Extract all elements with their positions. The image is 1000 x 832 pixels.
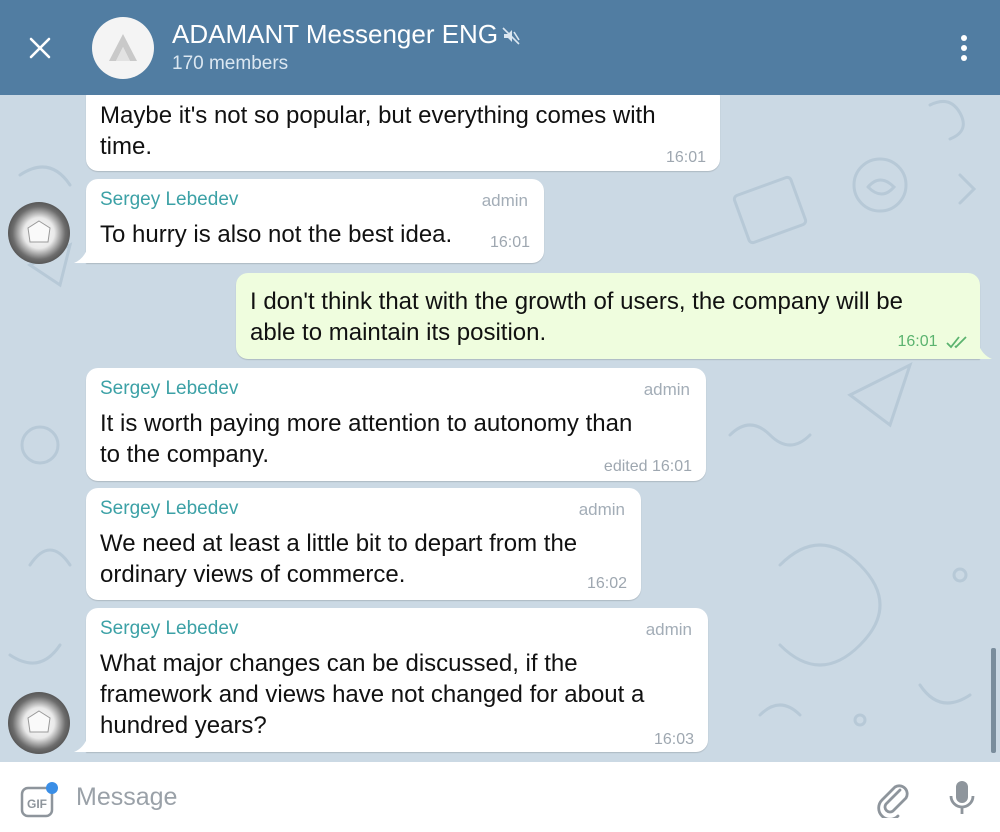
- gif-button[interactable]: GIF: [20, 782, 58, 820]
- message-time: 16:01: [665, 149, 706, 166]
- message-bubble[interactable]: Maybe it's not so popular, but everythin…: [86, 95, 720, 171]
- message-time-text: 16:01: [897, 333, 938, 350]
- sender-name[interactable]: Sergey Lebedev: [100, 378, 238, 400]
- gif-icon: GIF: [20, 782, 58, 818]
- close-button[interactable]: [20, 28, 60, 68]
- bubble-tail: [74, 736, 88, 752]
- message-text-line: framework and views have not changed for…: [100, 681, 645, 708]
- scrollbar[interactable]: [991, 648, 996, 753]
- bubble-tail: [978, 343, 992, 359]
- message-bubble[interactable]: Sergey Lebedev admin It is worth paying …: [86, 368, 706, 481]
- message-text-line: ordinary views of commerce.: [100, 561, 406, 588]
- message-bubble[interactable]: Sergey Lebedev admin To hurry is also no…: [74, 179, 544, 263]
- read-check-icon: [946, 336, 967, 349]
- message-time: edited 16:01: [603, 458, 692, 475]
- sender-role: admin: [578, 500, 625, 519]
- message-input[interactable]: Message: [76, 783, 177, 812]
- message-text-line: We need at least a little bit to depart …: [100, 530, 578, 557]
- attach-icon: [877, 784, 909, 821]
- message-text-line: I don't think that with the growth of us…: [250, 288, 903, 315]
- close-icon: [29, 37, 51, 59]
- message-text-line: Maybe it's not so popular, but everythin…: [100, 102, 656, 129]
- message-text: What major changes can be discussed, if …: [100, 648, 644, 741]
- gif-label: GIF: [27, 797, 47, 811]
- sender-role: admin: [645, 620, 692, 639]
- sender-name[interactable]: Sergey Lebedev: [100, 189, 238, 211]
- message-text-line: To hurry is also not the best idea.: [100, 221, 453, 248]
- attach-button[interactable]: [874, 780, 912, 821]
- message-time: 16:01: [898, 333, 971, 351]
- chat-title-text: ADAMANT Messenger ENG: [172, 19, 499, 49]
- muted-icon: [502, 20, 520, 52]
- chat-screen: ADAMANT Messenger ENG 170 members Maybe …: [0, 0, 1000, 832]
- message-text: To hurry is also not the best idea.: [100, 219, 452, 250]
- message-time: 16:02: [586, 575, 627, 592]
- avatar-icon: [27, 710, 51, 733]
- message-text-line: It is worth paying more attention to aut…: [100, 410, 633, 437]
- message-text: I don't think that with the growth of us…: [250, 286, 903, 348]
- message-text: We need at least a little bit to depart …: [100, 528, 577, 590]
- message-time: 16:01: [489, 234, 530, 251]
- member-count: 170 members: [172, 53, 289, 74]
- avatar[interactable]: [8, 692, 70, 754]
- message-text-line: hundred years?: [100, 712, 267, 739]
- message-text-line: able to maintain its position.: [250, 319, 547, 346]
- message-text-line: time.: [100, 133, 153, 160]
- message-bubble[interactable]: Sergey Lebedev admin What major changes …: [74, 608, 708, 752]
- avatar-icon: [27, 220, 51, 243]
- chat-header: ADAMANT Messenger ENG 170 members: [0, 0, 1000, 95]
- message-text: Maybe it's not so popular, but everythin…: [100, 100, 656, 162]
- bubble-tail: [74, 247, 88, 263]
- more-menu-button[interactable]: [946, 28, 982, 68]
- adamant-logo-icon: [109, 34, 137, 61]
- message-text-line: to the company.: [100, 441, 269, 468]
- voice-message-button[interactable]: [943, 778, 981, 818]
- message-bubble-outgoing[interactable]: I don't think that with the growth of us…: [236, 273, 992, 359]
- sender-name[interactable]: Sergey Lebedev: [100, 498, 238, 520]
- message-input-bar: GIF Message: [0, 762, 1000, 832]
- avatar[interactable]: [8, 202, 70, 264]
- sender-role: admin: [643, 380, 690, 399]
- message-time: 16:03: [653, 731, 694, 748]
- sender-role: admin: [481, 191, 528, 210]
- message-text: It is worth paying more attention to aut…: [100, 408, 632, 470]
- message-list[interactable]: Maybe it's not so popular, but everythin…: [0, 95, 1000, 762]
- chat-title[interactable]: ADAMANT Messenger ENG: [172, 18, 520, 52]
- microphone-icon: [949, 781, 975, 814]
- sender-name[interactable]: Sergey Lebedev: [100, 618, 238, 640]
- group-avatar[interactable]: [92, 17, 154, 79]
- message-text-line: What major changes can be discussed, if …: [100, 650, 578, 677]
- message-bubble[interactable]: Sergey Lebedev admin We need at least a …: [86, 488, 641, 600]
- more-vert-icon: [961, 35, 967, 61]
